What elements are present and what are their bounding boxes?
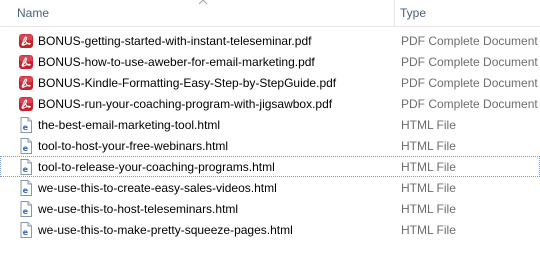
- column-divider[interactable]: [394, 0, 395, 26]
- file-row[interactable]: e we-use-this-to-make-pretty-squeeze-pag…: [0, 219, 540, 240]
- file-name: BONUS-getting-started-with-instant-teles…: [38, 34, 312, 48]
- column-header-type[interactable]: Type: [400, 0, 426, 26]
- svg-text:e: e: [23, 207, 29, 216]
- file-row[interactable]: e we-use-this-to-host-teleseminars.html …: [0, 198, 540, 219]
- pdf-icon: [18, 96, 34, 112]
- svg-text:e: e: [23, 123, 29, 132]
- sort-ascending-icon[interactable]: [198, 0, 208, 5]
- html-file-icon: e: [18, 222, 34, 238]
- file-row[interactable]: e we-use-this-to-create-easy-sales-video…: [0, 177, 540, 198]
- file-type: HTML File: [401, 160, 456, 174]
- file-type: PDF Complete Document: [401, 55, 538, 69]
- file-type: HTML File: [401, 139, 456, 153]
- file-row[interactable]: e the-best-email-marketing-tool.html HTM…: [0, 114, 540, 135]
- file-row[interactable]: BONUS-how-to-use-aweber-for-email-market…: [0, 51, 540, 72]
- svg-text:e: e: [23, 144, 29, 153]
- pdf-icon: [18, 33, 34, 49]
- pdf-icon: [18, 54, 34, 70]
- svg-text:e: e: [23, 165, 29, 174]
- file-row[interactable]: BONUS-Kindle-Formatting-Easy-Step-by-Ste…: [0, 72, 540, 93]
- column-header-name[interactable]: Name: [17, 0, 49, 26]
- file-name: BONUS-Kindle-Formatting-Easy-Step-by-Ste…: [38, 76, 337, 90]
- file-row[interactable]: e tool-to-host-your-free-webinars.html H…: [0, 135, 540, 156]
- file-name: we-use-this-to-host-teleseminars.html: [38, 202, 239, 216]
- file-name: the-best-email-marketing-tool.html: [38, 118, 221, 132]
- html-file-icon: e: [18, 180, 34, 196]
- file-type: HTML File: [401, 118, 456, 132]
- file-name: BONUS-how-to-use-aweber-for-email-market…: [38, 55, 315, 69]
- file-name: tool-to-release-your-coaching-programs.h…: [38, 160, 275, 174]
- file-type: HTML File: [401, 202, 456, 216]
- svg-text:e: e: [23, 228, 29, 237]
- file-type: HTML File: [401, 223, 456, 237]
- file-type: PDF Complete Document: [401, 34, 538, 48]
- file-type: HTML File: [401, 181, 456, 195]
- column-header-bar: Name Type: [0, 0, 540, 27]
- html-file-icon: e: [18, 201, 34, 217]
- file-type: PDF Complete Document: [401, 97, 538, 111]
- file-row[interactable]: BONUS-run-your-coaching-program-with-jig…: [0, 93, 540, 114]
- html-file-icon: e: [18, 159, 34, 175]
- file-name: we-use-this-to-create-easy-sales-videos.…: [38, 181, 277, 195]
- file-name: we-use-this-to-make-pretty-squeeze-pages…: [38, 223, 293, 237]
- file-row[interactable]: BONUS-getting-started-with-instant-teles…: [0, 30, 540, 51]
- file-list: BONUS-getting-started-with-instant-teles…: [0, 30, 540, 240]
- html-file-icon: e: [18, 117, 34, 133]
- pdf-icon: [18, 75, 34, 91]
- file-name: tool-to-host-your-free-webinars.html: [38, 139, 229, 153]
- file-row-focused[interactable]: e tool-to-release-your-coaching-programs…: [0, 156, 540, 177]
- file-type: PDF Complete Document: [401, 76, 538, 90]
- html-file-icon: e: [18, 138, 34, 154]
- file-name: BONUS-run-your-coaching-program-with-jig…: [38, 97, 333, 111]
- svg-text:e: e: [23, 186, 29, 195]
